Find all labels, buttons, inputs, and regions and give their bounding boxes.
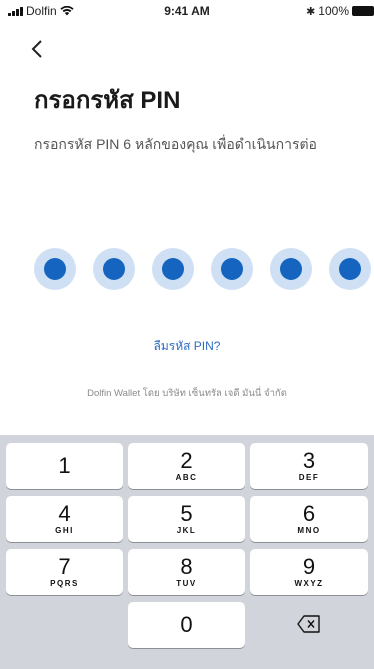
key-9[interactable]: 9 WXYZ [250,549,368,595]
backspace-icon [297,615,320,633]
key-3[interactable]: 3 DEF [250,443,368,489]
pin-dot [329,248,371,290]
key-4[interactable]: 4 GHI [6,496,123,542]
pin-dot [270,248,312,290]
key-7[interactable]: 7 PQRS [6,549,123,595]
pin-dot [93,248,135,290]
status-bar-right: ✱ 100% [306,4,374,18]
pin-dot [152,248,194,290]
subtitle: กรอกรหัส PIN 6 หลักของคุณ เพื่อดำเนินการ… [34,136,317,152]
footer-company: Dolfin Wallet โดย บริษัท เซ็นทรัล เจดี ม… [87,388,287,399]
forgot-pin-link[interactable]: ลืมรหัส PIN? [0,337,374,356]
back-button[interactable] [30,38,60,68]
key-5[interactable]: 5 JKL [128,496,245,542]
battery-percent: 100% [318,4,349,18]
pin-dot [211,248,253,290]
status-bar: Dolfin 9:41 AM ✱ 100% [0,0,374,22]
numeric-keypad: 1 2 ABC 3 DEF 4 GHI 5 JKL 6 MNO 7 PQRS 8 TUV 9W… [0,435,374,669]
delete-key[interactable] [250,602,368,648]
key-blank [6,602,123,648]
key-1[interactable]: 1 [6,443,123,489]
bluetooth-icon: ✱ [306,5,316,18]
key-2[interactable]: 2 ABC [128,443,245,489]
chevron-left-icon [31,40,42,58]
pin-indicator [34,248,374,290]
key-6[interactable]: 6 MNO [250,496,368,542]
page-title: กรอกรหัส PIN [34,87,181,114]
key-0[interactable]: 0 [128,602,245,648]
battery-icon [352,6,374,16]
key-8[interactable]: 8 TUV [128,549,245,595]
pin-dot [34,248,76,290]
